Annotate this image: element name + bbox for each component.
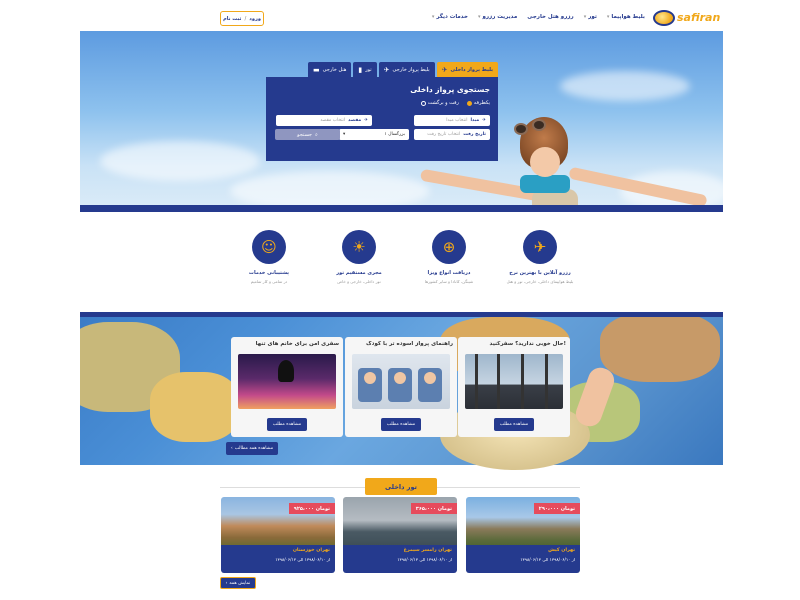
view-article-button[interactable]: مشاهده مطلب (381, 418, 421, 431)
login-link[interactable]: ورود (249, 16, 261, 22)
depart-date-field[interactable]: انتخاب تاریخ رفت تاریخ رفت (414, 129, 490, 140)
kid-scarf (520, 175, 570, 193)
view-article-button[interactable]: مشاهده مطلب (267, 418, 307, 431)
plane-ticket-icon: ✈ (523, 230, 557, 264)
globe-logo-icon (653, 10, 675, 26)
map-land (150, 372, 240, 442)
promo-card-solo-women: سفری امن برای خانم های تنها مشاهده مطلب (231, 337, 343, 437)
tab-foreign-hotel[interactable]: ▬ هتل خارجی (307, 62, 352, 77)
feature-online-booking: ✈ رزرو آنلاین با بهترین نرخ بلیط هواپیما… (495, 230, 585, 284)
feature-visa: ⊕ دریافت انواع ویزا شینگن، کانادا و سایر… (404, 230, 494, 284)
tour-price: ۲۹۰،۰۰۰ تومان (533, 503, 580, 514)
nav-item-tour[interactable]: ▾ تور (584, 14, 597, 20)
luggage-icon: ▮ (358, 65, 363, 74)
tour-operator-icon: ☀ (342, 230, 376, 264)
site-header: safiran ▾ بلیط هواپیما ▾ تور رزرو هتل خارج… (80, 8, 723, 30)
show-all-tours-button[interactable]: ‹ نمایش همه (220, 577, 256, 589)
plane-icon: ✈ (441, 65, 448, 74)
tour-price: ۳۶۵،۰۰۰ تومان (410, 503, 457, 514)
search-button[interactable]: جستجو ⌕ (275, 129, 340, 140)
radio-dot-icon (420, 100, 426, 106)
auth-separator: / (244, 15, 247, 22)
support-agent-icon: ☺ (252, 230, 286, 264)
search-icon: ⌕ (315, 131, 318, 138)
tour-card[interactable]: ۲۹۰،۰۰۰ تومان تهران کیش از ۱۳۹۸/۰۶/۱۰ ال… (466, 497, 580, 573)
chevron-down-icon: ▾ (343, 132, 346, 137)
features-row: ✈ رزرو آنلاین با بهترین نرخ بلیط هواپیما… (200, 230, 600, 300)
radio-one-way[interactable]: یکطرفه (466, 100, 490, 106)
map-top-bar (80, 312, 723, 317)
chevron-down-icon: ▾ (431, 14, 435, 20)
auth-box: ثبت نام / ورود (220, 11, 264, 26)
tab-domestic-flight[interactable]: ✈ بلیط پرواز داخلی (436, 62, 498, 77)
airport-window-image (465, 354, 563, 409)
feature-tour-operator: ☀ مجری مستقیم تور تور داخلی، خارجی و خاص (314, 230, 404, 284)
domestic-tours-title: تور داخلی (365, 478, 437, 495)
city-night-image (238, 354, 336, 409)
nav-item-other-services[interactable]: ▾ خدمات دیگر (432, 14, 468, 20)
goggles-icon (532, 119, 546, 131)
see-all-articles-button[interactable]: ‹ مشاهده همه مطالب (226, 442, 278, 455)
airplane-seats-image (352, 354, 450, 409)
origin-field[interactable]: انتخاب مبدا مبدا ✈ (414, 115, 490, 126)
plane-takeoff-icon: ✈ (482, 118, 486, 123)
search-tabs: ✈ بلیط پرواز داخلی ✈ بلیط پرواز خارجی ▮ تور… (307, 62, 498, 77)
kid-face (530, 147, 560, 177)
tour-card[interactable]: ۹۲۵،۰۰۰ تومان تهران خوزستان از ۱۳۹۸/۰۶/۱… (221, 497, 335, 573)
main-nav: ▾ بلیط هواپیما ▾ تور رزرو هتل خارجی ▾ مدیری… (432, 14, 645, 20)
tab-international-flight[interactable]: ✈ بلیط پرواز خارجی (378, 62, 435, 77)
domestic-tours-heading-row: تور داخلی (220, 478, 580, 495)
nav-item-booking-management[interactable]: ▾ مدیریت رزرو (478, 14, 517, 20)
chevron-down-icon: ▾ (583, 14, 587, 20)
destination-field[interactable]: انتخاب مقصد مقصد ✈ (276, 115, 372, 126)
logo-text: safiran (677, 11, 721, 24)
tab-tour[interactable]: ▮ تور (353, 62, 377, 77)
tour-price: ۹۲۵،۰۰۰ تومان (288, 503, 335, 514)
chevron-down-icon: ▾ (606, 14, 610, 20)
site-logo[interactable]: safiran (653, 10, 721, 28)
flight-search-panel: جستجوی پرواز داخلی یکطرفه رفت و برگشت ان… (266, 77, 498, 161)
kid-arm (568, 166, 708, 205)
passport-icon: ⊕ (432, 230, 466, 264)
chevron-left-icon: ‹ (225, 580, 228, 586)
feature-support: ☺ پشتیبانی خدمات در تمامی و کار تمامیم (224, 230, 314, 284)
view-article-button[interactable]: مشاهده مطلب (494, 418, 534, 431)
nav-item-flight-ticket[interactable]: ▾ بلیط هواپیما (607, 14, 645, 20)
hero-bottom-bar (80, 205, 723, 212)
trip-type-options: یکطرفه رفت و برگشت (420, 100, 490, 106)
register-link[interactable]: ثبت نام (223, 16, 241, 22)
search-title: جستجوی پرواز داخلی (410, 85, 490, 94)
nav-item-foreign-hotel[interactable]: رزرو هتل خارجی (527, 14, 573, 20)
promo-card-travel-mood: حال خوبی ندارید؟ سفرکنید! مشاهده مطلب (458, 337, 570, 437)
bed-icon: ▬ (312, 65, 320, 74)
plane-landing-icon: ✈ (364, 118, 368, 123)
tour-card[interactable]: ۳۶۵،۰۰۰ تومان تهران رامسر سیمرغ از ۱۳۹۸/… (343, 497, 457, 573)
radio-dot-icon (466, 100, 472, 106)
tour-info: تهران کیش از ۱۳۹۸/۰۶/۱۰ الی ۱۳۹۸/۰۶/۱۳ (466, 545, 580, 573)
promo-card-flying-with-kids: راهنمای پرواز آسوده تر با کودک مشاهده مط… (345, 337, 457, 437)
passengers-select[interactable]: ▾ ۱ بزرگسال (339, 129, 409, 140)
plane-icon: ✈ (383, 65, 390, 74)
radio-round-trip[interactable]: رفت و برگشت (420, 100, 459, 106)
map-land (600, 312, 720, 382)
goggles-icon (514, 123, 528, 135)
tour-info: تهران خوزستان از ۱۳۹۸/۰۶/۱۰ الی ۱۳۹۸/۰۶/… (221, 545, 335, 573)
chevron-left-icon: ‹ (230, 446, 233, 451)
tour-info: تهران رامسر سیمرغ از ۱۳۹۸/۰۶/۱۰ الی ۱۳۹۸… (343, 545, 457, 573)
chevron-down-icon: ▾ (477, 14, 481, 20)
